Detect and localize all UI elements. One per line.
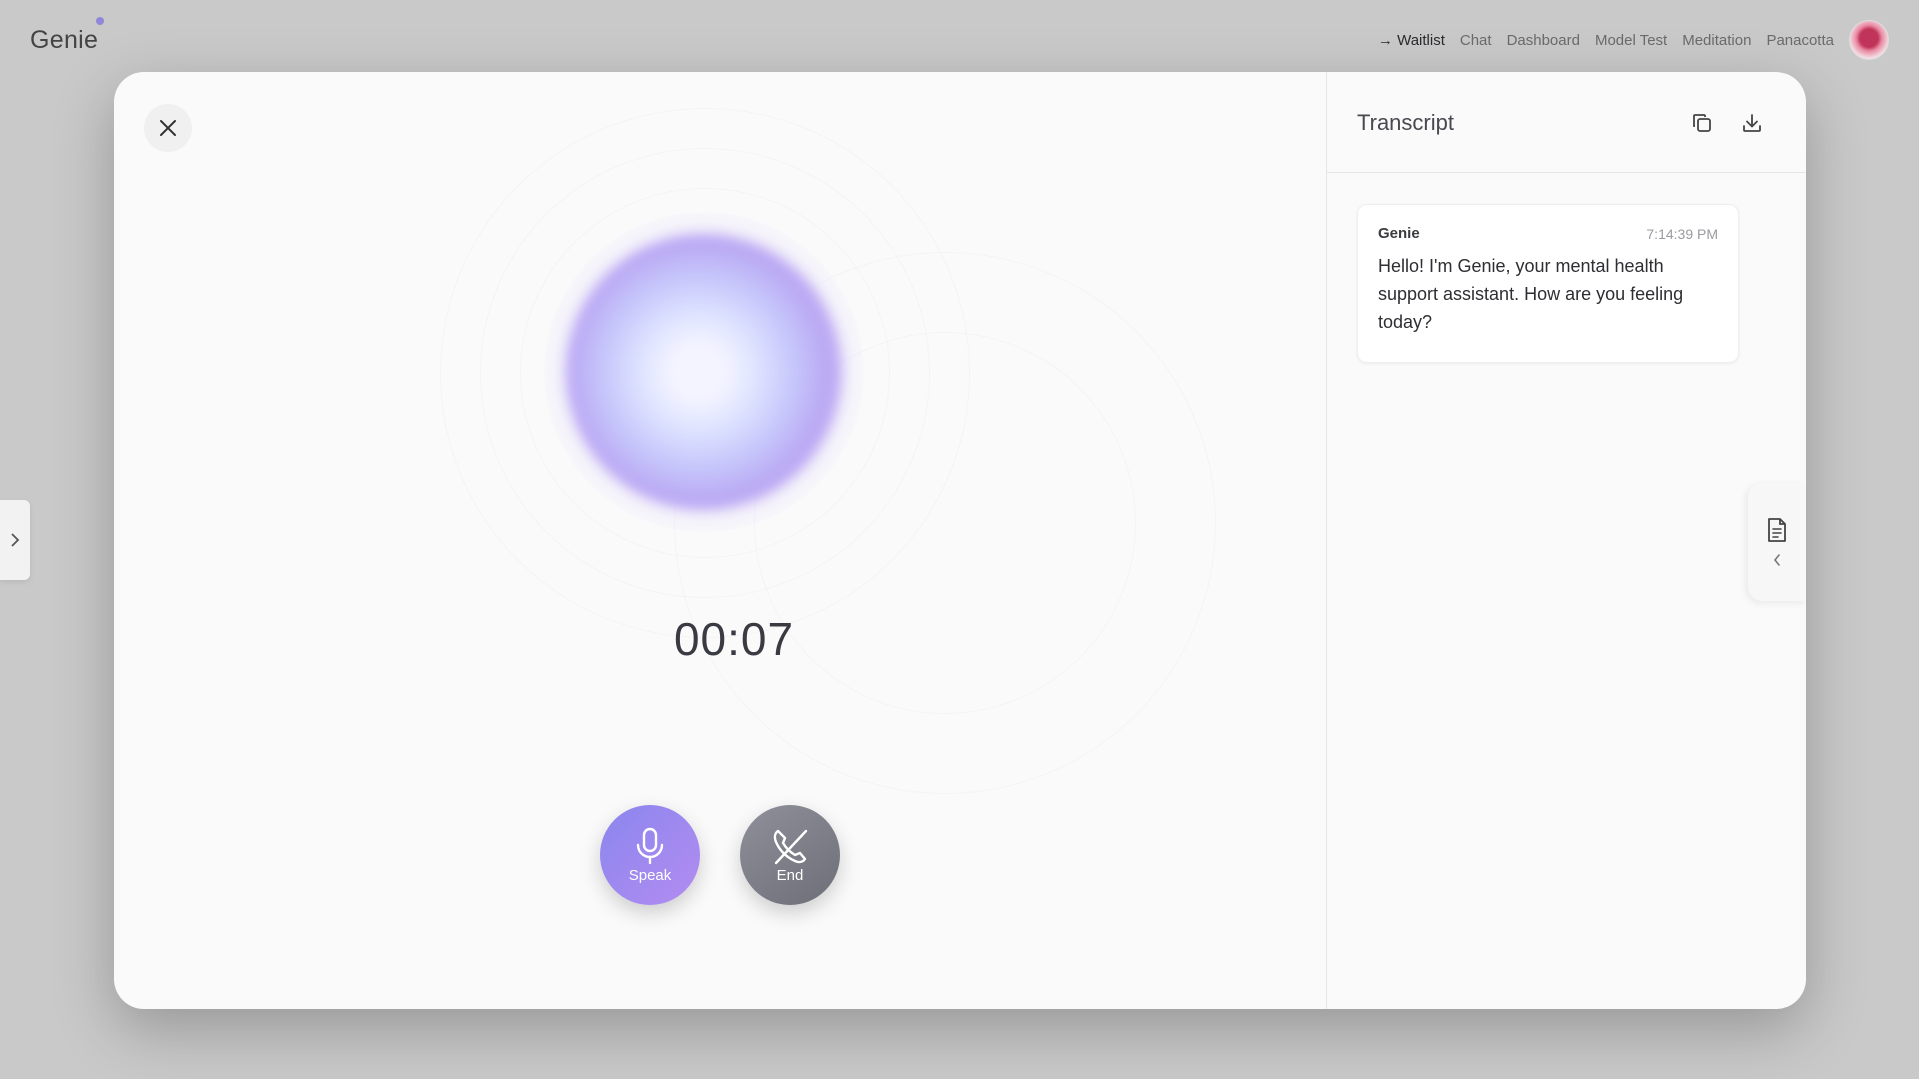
brand-dot — [96, 17, 104, 25]
voice-orb — [566, 234, 842, 510]
copy-transcript-button[interactable] — [1689, 110, 1715, 136]
end-call-button[interactable]: End — [740, 805, 840, 905]
transcript-title: Transcript — [1357, 110, 1454, 135]
download-icon — [1743, 114, 1761, 132]
chevron-left-icon — [1773, 554, 1780, 566]
close-icon — [160, 120, 176, 136]
speak-button[interactable]: Speak — [600, 805, 700, 905]
close-button[interactable] — [144, 104, 192, 152]
top-navbar: Genie → Waitlist Chat Dashboard Model Te… — [0, 0, 1919, 72]
message-text: Hello! I'm Genie, your mental health sup… — [1378, 256, 1684, 332]
call-pane: 00:07 Speak End — [114, 72, 1326, 1009]
phone-off-icon — [773, 829, 808, 864]
transcript-message: Genie 7:14:39 PM Hello! I'm Genie, your … — [1357, 204, 1739, 363]
brand-logo[interactable]: Genie — [30, 26, 98, 55]
microphone-icon — [636, 827, 664, 864]
nav-chat[interactable]: Chat — [1460, 32, 1492, 49]
chevron-right-icon — [11, 533, 20, 547]
nav-meditation[interactable]: Meditation — [1682, 32, 1751, 49]
transcript-pane: Transcript Genie 7:14:39 PM Hello! I'm G… — [1327, 72, 1806, 1009]
call-timer: 00:07 — [673, 613, 795, 665]
message-header: Genie 7:14:39 PM — [1378, 225, 1718, 242]
nav-dashboard[interactable]: Dashboard — [1507, 32, 1580, 49]
sidebar-expand-button[interactable] — [0, 500, 30, 580]
voice-call-modal: 00:07 Speak End Transcript Genie 7:14:39… — [114, 72, 1806, 1009]
speak-label: Speak — [628, 866, 672, 884]
message-timestamp: 7:14:39 PM — [1646, 225, 1718, 242]
transcript-toggle-tab[interactable] — [1748, 483, 1806, 601]
nav-user-name[interactable]: Panacotta — [1766, 32, 1834, 49]
download-transcript-button[interactable] — [1739, 110, 1765, 136]
transcript-header: Transcript — [1327, 72, 1806, 173]
end-label: End — [776, 866, 804, 884]
message-sender: Genie — [1378, 225, 1420, 242]
main-nav: → Waitlist Chat Dashboard Model Test Med… — [1378, 20, 1889, 60]
nav-model-test[interactable]: Model Test — [1595, 32, 1667, 49]
avatar[interactable] — [1849, 20, 1889, 60]
nav-waitlist[interactable]: → Waitlist — [1378, 32, 1445, 49]
document-icon — [1768, 518, 1786, 542]
copy-icon — [1693, 114, 1711, 132]
